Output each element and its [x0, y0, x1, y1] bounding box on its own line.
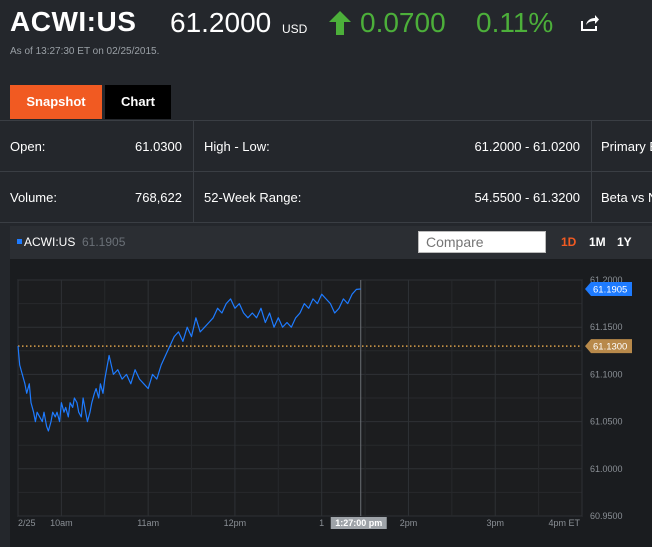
- column-divider: [193, 172, 194, 222]
- price-change: 0.0700: [360, 7, 446, 38]
- x-tick-label: 3pm: [486, 518, 504, 528]
- crosshair-time-label: 1:27:00 pm: [335, 518, 382, 528]
- stats-row: Open: 61.0300 High - Low: 61.2000 - 61.0…: [0, 121, 652, 172]
- stats-table: Open: 61.0300 High - Low: 61.2000 - 61.0…: [0, 120, 652, 225]
- currency-label: USD: [282, 22, 308, 36]
- range-button-1y[interactable]: 1Y: [617, 235, 632, 249]
- chart-panel: ACWI:US 61.1905 1D 1M 1Y 61.200061.15006…: [10, 226, 652, 547]
- y-tick-label: 60.9500: [590, 511, 623, 521]
- stat-value-52-week-range: 54.5500 - 61.3200: [474, 190, 580, 205]
- x-tick-label: 2pm: [400, 518, 418, 528]
- stat-value-high-low: 61.2000 - 61.0200: [474, 139, 580, 154]
- y-tick-label: 61.1000: [590, 369, 623, 379]
- stat-label-high-low: High - Low:: [204, 139, 270, 154]
- tab-chart[interactable]: Chart: [105, 85, 171, 119]
- stat-label-open: Open:: [10, 139, 46, 154]
- last-price: 61.2000: [170, 7, 272, 38]
- quote-header: ACWI:US 61.2000 USD 0.0700 0.11%: [10, 4, 650, 44]
- x-tick-label: 1: [319, 518, 324, 528]
- legend-series-name: ACWI:US: [24, 235, 76, 249]
- range-button-1m[interactable]: 1M: [589, 235, 606, 249]
- column-divider: [591, 121, 592, 171]
- stat-label-primary-exchange: Primary E: [601, 139, 652, 154]
- x-tick-label: 10am: [50, 518, 73, 528]
- x-tick-label: 4pm ET: [548, 518, 580, 528]
- tab-snapshot[interactable]: Snapshot: [10, 85, 102, 119]
- stat-value-volume: 768,622: [135, 190, 182, 205]
- series-color-swatch: [17, 239, 22, 244]
- stats-row: Volume: 768,622 52-Week Range: 54.5500 -…: [0, 172, 652, 223]
- previous-close-label: 61.1300: [593, 342, 627, 353]
- last-value-label: 61.1905: [593, 284, 627, 295]
- arrow-up-icon: [329, 11, 351, 35]
- x-tick-label: 2/25: [18, 518, 36, 528]
- as-of-timestamp: As of 13:27:30 ET on 02/25/2015.: [10, 46, 160, 57]
- share-icon[interactable]: [580, 14, 600, 32]
- column-divider: [591, 172, 592, 222]
- range-button-1d[interactable]: 1D: [561, 235, 576, 249]
- legend-series-value: 61.1905: [82, 235, 126, 249]
- chart-toolbar: ACWI:US 61.1905 1D 1M 1Y: [10, 226, 652, 259]
- stat-label-beta: Beta vs N: [601, 190, 652, 205]
- price-change-percent: 0.11%: [476, 7, 554, 38]
- y-tick-label: 61.1500: [590, 322, 623, 332]
- stat-label-volume: Volume:: [10, 190, 57, 205]
- price-chart[interactable]: 61.200061.150061.100061.050061.000060.95…: [10, 259, 652, 547]
- column-divider: [193, 121, 194, 171]
- compare-input[interactable]: [418, 231, 546, 253]
- x-tick-label: 11am: [137, 518, 159, 528]
- stat-label-52-week-range: 52-Week Range:: [204, 190, 302, 205]
- stat-value-open: 61.0300: [135, 139, 182, 154]
- x-tick-label: 12pm: [224, 518, 247, 528]
- ticker-symbol: ACWI:US: [10, 6, 137, 37]
- y-tick-label: 61.0500: [590, 417, 623, 427]
- y-tick-label: 61.0000: [590, 464, 623, 474]
